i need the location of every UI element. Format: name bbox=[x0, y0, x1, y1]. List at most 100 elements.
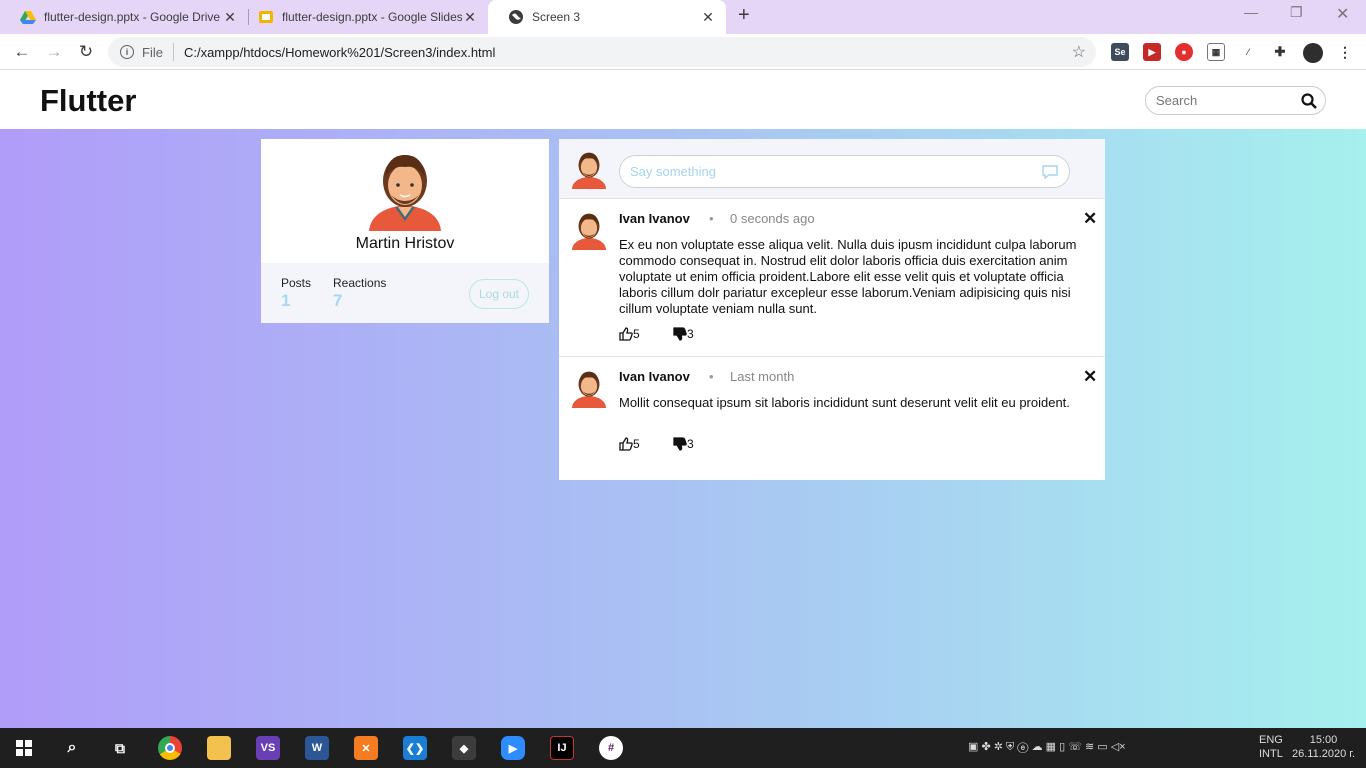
profile-name: Martin Hristov bbox=[355, 235, 455, 252]
dislike-button[interactable]: 3 bbox=[673, 437, 694, 451]
windows-taskbar bbox=[0, 728, 1366, 768]
post-author[interactable]: Ivan Ivanov bbox=[619, 211, 690, 226]
delete-post-icon[interactable]: ✕ bbox=[1083, 367, 1097, 387]
like-count: 5 bbox=[633, 437, 640, 451]
tab-title: flutter-design.pptx - Google Slides bbox=[282, 10, 462, 24]
dislike-button[interactable]: 3 bbox=[673, 327, 694, 341]
user-avatar bbox=[571, 152, 607, 189]
clock[interactable]: 15:00 26.11.2020 г. bbox=[1292, 733, 1355, 761]
post-item: Ivan Ivanov • Last month ✕ Mollit conseq… bbox=[559, 358, 1105, 480]
zoom-icon[interactable]: ▶ bbox=[501, 736, 525, 760]
restore-icon[interactable]: ❐ bbox=[1290, 4, 1303, 21]
xampp-icon[interactable]: ✕ bbox=[354, 736, 378, 760]
minimize-icon[interactable]: — bbox=[1244, 4, 1258, 20]
url-text[interactable]: C:/xampp/htdocs/Homework%201/Screen3/ind… bbox=[184, 45, 495, 60]
browser-tab-strip: flutter-design.pptx - Google Drive ✕ flu… bbox=[0, 0, 1366, 34]
address-bar[interactable]: i File C:/xampp/htdocs/Homework%201/Scre… bbox=[108, 37, 1096, 67]
search-input[interactable] bbox=[1156, 93, 1286, 108]
post-composer: Say something bbox=[559, 139, 1105, 199]
profile-stats: Posts 1 Reactions 7 Log out bbox=[261, 263, 549, 323]
author-avatar[interactable] bbox=[570, 368, 608, 408]
vscode-icon[interactable]: ❮❯ bbox=[403, 736, 427, 760]
tray-icons[interactable]: ▣ ✤ ✲ ⛨ ⓔ ☁ ▦ ▯ ☏ ≋ ▭ ◁× bbox=[968, 740, 1126, 754]
tab-title: Screen 3 bbox=[532, 10, 581, 24]
browser-tab-screen3[interactable]: Screen 3 ✕ bbox=[488, 0, 726, 34]
search-box[interactable] bbox=[1145, 86, 1326, 115]
post-time: Last month bbox=[730, 369, 795, 384]
task-view-icon[interactable]: ⧉ bbox=[108, 736, 132, 760]
browser-toolbar: ← → ↻ i File C:/xampp/htdocs/Homework%20… bbox=[0, 34, 1366, 70]
visual-studio-icon[interactable]: VS bbox=[256, 736, 280, 760]
globe-icon bbox=[509, 10, 523, 24]
close-tab-icon[interactable]: ✕ bbox=[222, 9, 238, 26]
clock-date: 26.11.2020 г. bbox=[1292, 748, 1356, 760]
slack-icon[interactable]: # bbox=[599, 736, 623, 760]
close-tab-icon[interactable]: ✕ bbox=[462, 9, 478, 26]
tab-title: flutter-design.pptx - Google Drive bbox=[44, 10, 221, 24]
bookmark-star-icon[interactable]: ☆ bbox=[1072, 42, 1086, 62]
like-button[interactable]: 5 bbox=[619, 327, 640, 341]
extensions-puzzle-icon[interactable]: ✚ bbox=[1271, 43, 1289, 61]
posts-count: 1 bbox=[281, 291, 291, 310]
separator-dot: • bbox=[709, 211, 714, 226]
back-arrow-icon[interactable]: ← bbox=[12, 42, 32, 62]
scheme-label: File bbox=[142, 44, 163, 60]
say-something-input[interactable]: Say something bbox=[619, 155, 1070, 188]
adblock-extension-icon[interactable]: ● bbox=[1175, 43, 1193, 61]
search-icon[interactable] bbox=[1301, 92, 1317, 109]
lang-line2: INTL bbox=[1259, 748, 1283, 760]
dislike-count: 3 bbox=[687, 437, 694, 451]
profile-card: Martin Hristov Posts 1 Reactions 7 Log o… bbox=[261, 139, 549, 323]
new-tab-button[interactable]: + bbox=[738, 4, 750, 27]
comment-icon[interactable] bbox=[1041, 164, 1059, 180]
thumbs-down-icon bbox=[673, 327, 687, 341]
qr-code-icon[interactable]: ▦ bbox=[1207, 43, 1225, 61]
google-drive-icon bbox=[20, 11, 36, 24]
file-explorer-icon[interactable] bbox=[207, 736, 231, 760]
reactions-count: 7 bbox=[333, 291, 343, 310]
reload-icon[interactable]: ↻ bbox=[76, 42, 96, 62]
info-icon[interactable]: i bbox=[120, 45, 134, 59]
posts-label: Posts bbox=[281, 276, 312, 290]
reactions-label: Reactions bbox=[333, 276, 387, 290]
windows-start-icon[interactable] bbox=[16, 740, 32, 756]
profile-avatar-icon[interactable] bbox=[1303, 43, 1323, 63]
post-author[interactable]: Ivan Ivanov bbox=[619, 369, 690, 384]
user-avatar[interactable] bbox=[367, 147, 443, 231]
like-count: 5 bbox=[633, 327, 640, 341]
logout-button[interactable]: Log out bbox=[469, 279, 529, 309]
lang-line1: ENG bbox=[1259, 734, 1283, 746]
word-icon[interactable]: W bbox=[305, 736, 329, 760]
media-extension-icon[interactable]: ▶ bbox=[1143, 43, 1161, 61]
delete-post-icon[interactable]: ✕ bbox=[1083, 209, 1097, 229]
thumbs-down-icon bbox=[673, 437, 687, 451]
taskbar-search-icon[interactable]: ⌕ bbox=[60, 736, 84, 760]
eyedropper-icon[interactable]: ⁄ bbox=[1239, 43, 1257, 61]
forward-arrow-icon[interactable]: → bbox=[44, 42, 64, 62]
like-button[interactable]: 5 bbox=[619, 437, 640, 451]
thumbs-up-icon bbox=[619, 437, 633, 451]
selenium-extension-icon[interactable]: Se bbox=[1111, 43, 1129, 61]
post-body: Ex eu non voluptate esse aliqua velit. N… bbox=[619, 237, 1077, 316]
browser-tab-slides[interactable]: flutter-design.pptx - Google Slides ✕ bbox=[238, 0, 488, 34]
kebab-menu-icon[interactable]: ⋮ bbox=[1336, 43, 1354, 61]
post-time: 0 seconds ago bbox=[730, 211, 815, 226]
post-body: Mollit consequat ipsum sit laboris incid… bbox=[619, 395, 1070, 410]
post-item: Ivan Ivanov • 0 seconds ago ✕ Ex eu non … bbox=[559, 200, 1105, 357]
sourcetree-icon[interactable]: ◆ bbox=[452, 736, 476, 760]
clock-time: 15:00 bbox=[1309, 734, 1338, 746]
google-slides-icon bbox=[259, 11, 273, 23]
language-indicator[interactable]: ENG INTL bbox=[1259, 733, 1283, 761]
separator-dot: • bbox=[709, 369, 714, 384]
close-tab-icon[interactable]: ✕ bbox=[700, 9, 716, 26]
chrome-taskbar-icon[interactable] bbox=[158, 736, 182, 760]
brand-logo[interactable]: Flutter bbox=[40, 83, 136, 119]
address-divider bbox=[172, 43, 174, 61]
intellij-icon[interactable]: IJ bbox=[550, 736, 574, 760]
author-avatar[interactable] bbox=[570, 210, 608, 250]
window-close-icon[interactable]: ✕ bbox=[1336, 4, 1349, 24]
dislike-count: 3 bbox=[687, 327, 694, 341]
browser-tab-drive[interactable]: flutter-design.pptx - Google Drive ✕ bbox=[0, 0, 248, 34]
app-header: Flutter bbox=[0, 71, 1366, 129]
composer-placeholder: Say something bbox=[630, 164, 716, 179]
